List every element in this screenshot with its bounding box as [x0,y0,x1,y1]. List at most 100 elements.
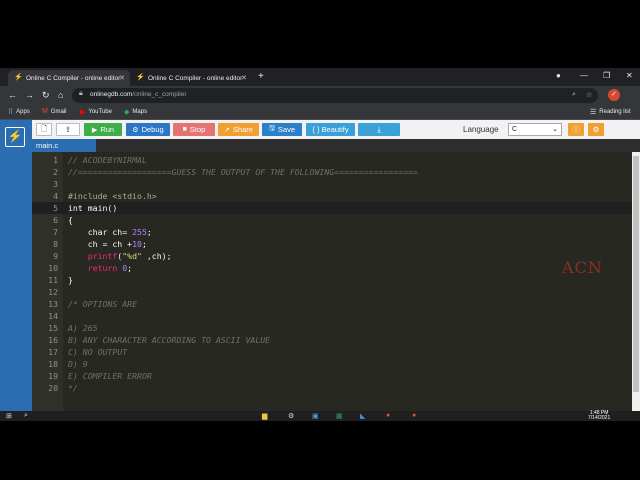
code-line[interactable]: 20 */ [32,382,632,394]
close-tab-icon[interactable]: ✕ [119,74,125,82]
line-number: 10 [48,263,58,273]
gmail-icon: M [42,108,48,115]
chrome-active-icon[interactable]: ● [412,412,416,419]
run-button[interactable]: ▶ Run [84,123,122,136]
excel-icon[interactable]: ▦ [336,412,343,420]
stop-button[interactable]: ■ Stop [173,123,215,136]
play-icon: ▶ [91,126,98,134]
code-text: } [68,275,73,285]
download-icon: ⤓ [377,124,381,134]
scrollbar-thumb[interactable] [633,156,639,392]
onlinegdb-favicon-icon: ⚡ [14,74,23,81]
watermark-text: ACN [562,258,603,277]
code-line[interactable]: 18 D) 9 [32,358,632,370]
bookmark-youtube[interactable]: ▶ YouTube [80,108,112,116]
code-line[interactable]: 5 int main() [32,202,632,214]
code-line[interactable]: 7 char ch= 255; [32,226,632,238]
settings-gear-icon[interactable]: ⚙ [288,412,294,420]
avatar[interactable]: ✓ [608,89,620,101]
windows-start-icon[interactable]: ⊞ [6,412,12,420]
code-line[interactable]: 10 return 0; [32,262,632,274]
code-line[interactable]: 17 C) NO OUTPUT [32,346,632,358]
code-line[interactable]: 13 /* OPTIONS ARE [32,298,632,310]
download-button[interactable]: ⤓ [358,123,400,136]
bookmark-apps[interactable]: ⠿ Apps [8,108,30,116]
letterbox-top [0,0,640,68]
minimize-icon[interactable]: — [580,71,588,80]
address-bar-row: ← → ↻ ⌂ 🔒︎ onlinegdb.com/online_c_compil… [0,86,640,117]
code-line[interactable]: 2 //===================GUESS THE OUTPUT O… [32,166,632,178]
code-line[interactable]: 9 printf("%d" ,ch); [32,250,632,262]
line-number: 16 [48,335,58,345]
code-text: { [68,215,73,225]
clock[interactable]: 1:48 PM 7/14/2021 [588,411,610,421]
search-icon[interactable]: ⌕ [24,412,28,420]
zoom-search-icon[interactable]: ⌕ [572,91,576,99]
settings-button[interactable]: ⚙ [588,123,604,136]
letterbox-bottom [0,421,640,480]
code-line[interactable]: 16 B) ANY CHARACTER ACCORDING TO ASCII VA… [32,334,632,346]
code-line[interactable]: 12 [32,286,632,298]
line-number: 6 [53,215,58,225]
restore-icon[interactable]: ❐ [603,71,610,80]
code-line[interactable]: 4 #include <stdio.h> [32,190,632,202]
code-editor[interactable]: 1 // ACODEBYNIRMAL 2 //===================G… [32,152,632,413]
store-icon[interactable]: ▣ [312,412,319,420]
code-text: D) 9 [68,359,88,369]
code-text: char ch= 255; [68,227,152,237]
vscode-icon[interactable]: ◣ [360,412,365,420]
language-label: Language [463,125,499,134]
home-icon[interactable]: ⌂ [58,90,63,100]
forward-icon[interactable]: → [25,90,34,100]
file-explorer-icon[interactable]: ▆ [262,412,267,420]
onlinegdb-logo-icon[interactable]: ⚡ [5,127,25,147]
info-icon: ⓘ [572,125,580,134]
new-tab-icon[interactable]: + [258,71,264,82]
bookmark-star-icon[interactable]: ☆ [586,91,592,99]
line-number: 15 [48,323,58,333]
bookmark-gmail[interactable]: M Gmail [42,108,67,115]
line-number: 1 [53,155,58,165]
profile-dot-icon[interactable]: ● [556,71,561,80]
share-button[interactable]: ↗ Share [218,123,259,136]
back-icon[interactable]: ← [8,90,17,100]
code-text: int main() [68,203,118,213]
url-bar[interactable]: 🔒︎ onlinegdb.com/online_c_compiler ⌕ ☆ [72,88,598,103]
save-button[interactable]: 🖫 Save [262,123,302,136]
code-line[interactable]: 3 [32,178,632,190]
beautify-button[interactable]: { } Beautify [306,123,355,136]
chevron-down-icon: ⌄ [552,126,558,133]
debug-button[interactable]: ⚙ Debug [126,123,170,136]
browser-tab-1[interactable]: ⚡ Online C Compiler - online editor ✕ [8,70,130,86]
reading-list[interactable]: ☰ Reading list [590,108,631,116]
close-window-icon[interactable]: ✕ [626,71,633,80]
chrome-icon[interactable]: ● [386,412,390,419]
line-number: 17 [48,347,58,357]
upload-icon: ⇪ [64,125,72,134]
code-line[interactable]: 15 A) 265 [32,322,632,334]
file-tab-main-c[interactable]: main.c [32,139,96,152]
reload-icon[interactable]: ↻ [42,90,50,101]
code-line[interactable]: 14 [32,310,632,322]
stop-icon: ■ [182,126,187,133]
line-number: 20 [48,383,58,393]
vertical-scrollbar[interactable] [632,152,640,413]
bookmark-maps[interactable]: ◆ Maps [124,108,147,116]
language-select[interactable]: C ⌄ [508,123,562,136]
upload-button[interactable]: ⇪ [56,123,80,136]
onlinegdb-favicon-icon: ⚡ [136,74,145,81]
code-line[interactable]: 19 E) COMPILER ERROR [32,370,632,382]
close-tab-icon[interactable]: ✕ [241,74,247,82]
apps-grid-icon: ⠿ [8,109,14,116]
new-file-button[interactable]: 🗋 [36,123,52,136]
browser-tab-2[interactable]: ⚡ Online C Compiler - online editor ✕ [130,70,252,86]
code-line[interactable]: 6{ [32,214,632,226]
code-line[interactable]: 1 // ACODEBYNIRMAL [32,154,632,166]
info-button[interactable]: ⓘ [568,123,584,136]
code-text: A) 265 [68,323,98,333]
editor-toolbar: 🗋 ⇪ ▶ Run ⚙ Debug ■ Stop ↗ Share 🖫 Save { } B… [32,120,640,139]
code-line[interactable]: 11} [32,274,632,286]
code-line[interactable]: 8 ch = ch +10; [32,238,632,250]
reading-list-icon: ☰ [590,109,597,116]
line-number: 5 [53,203,58,213]
